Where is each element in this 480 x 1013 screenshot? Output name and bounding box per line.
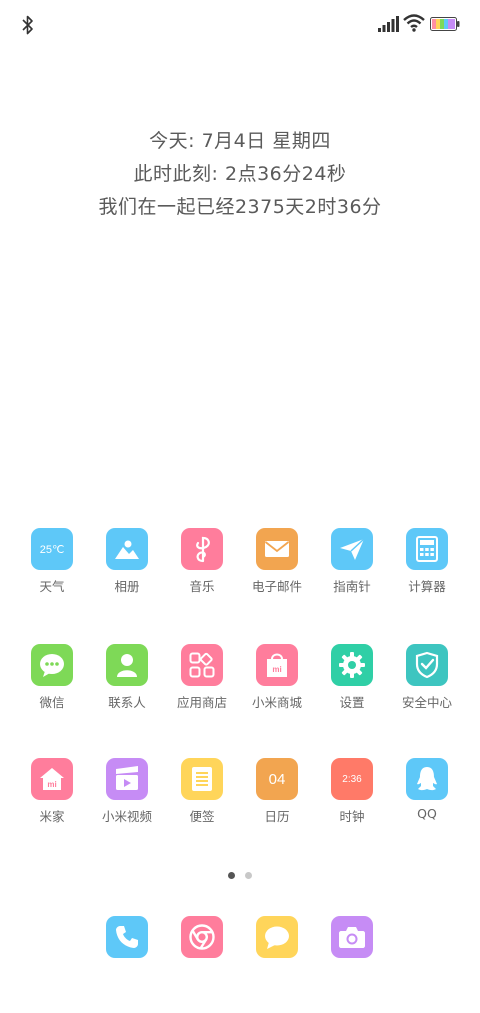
app-gallery[interactable]: 相册 (87, 528, 167, 595)
gallery-icon (106, 528, 148, 570)
app-compass[interactable]: 指南针 (312, 528, 392, 595)
mijia-icon: mi (31, 758, 73, 800)
calculator-icon (406, 528, 448, 570)
security-icon (406, 644, 448, 686)
clock-icon-text: 2:36 (342, 773, 362, 785)
app-app-store[interactable]: 应用商店 (162, 644, 242, 711)
app-label: 时钟 (339, 809, 365, 824)
app-label: 指南针 (333, 579, 371, 594)
qq-icon (406, 758, 448, 800)
app-label: 便签 (189, 809, 215, 824)
app-settings[interactable]: 设置 (312, 644, 392, 711)
widget-time: 此时此刻: 2点36分24秒 (133, 163, 347, 185)
battery-icon (430, 17, 460, 31)
weather-icon: 25℃ (31, 528, 73, 570)
wifi-icon (403, 14, 425, 32)
video-icon (106, 758, 148, 800)
app-music[interactable]: 音乐 (162, 528, 242, 595)
app-label: 联系人 (108, 695, 146, 710)
app-label: QQ (417, 806, 437, 821)
email-icon (256, 528, 298, 570)
widget-together-count: 我们在一起已经2375天2时36分 (98, 196, 382, 218)
compass-icon (331, 528, 373, 570)
app-label: 天气 (39, 579, 65, 594)
phone-icon[interactable] (106, 916, 148, 958)
app-wechat[interactable]: 微信 (12, 644, 92, 711)
music-icon (181, 528, 223, 570)
weather-icon-text: 25℃ (39, 543, 65, 556)
bluetooth-icon (22, 15, 33, 35)
signal-icon (378, 16, 399, 32)
app-notes[interactable]: 便签 (162, 758, 242, 825)
app-clock[interactable]: 2:36 时钟 (312, 758, 392, 825)
app-weather[interactable]: 25℃ 天气 (12, 528, 92, 595)
app-label: 计算器 (408, 579, 446, 594)
app-label: 安全中心 (401, 695, 452, 710)
app-mijia[interactable]: mi 米家 (12, 758, 92, 825)
app-label: 微信 (39, 695, 65, 710)
date-widget[interactable]: 今天: 7月4日 星期四 此时此刻: 2点36分24秒 我们在一起已经2375天… (0, 125, 480, 224)
notes-icon (181, 758, 223, 800)
app-store-icon (181, 644, 223, 686)
page-dot-1[interactable] (228, 872, 235, 879)
status-bar (0, 0, 480, 50)
app-contacts[interactable]: 联系人 (87, 644, 167, 711)
svg-text:mi: mi (47, 780, 56, 789)
app-label: 音乐 (189, 579, 215, 594)
app-label: 设置 (339, 695, 365, 710)
calendar-icon-text: 04 (268, 770, 286, 788)
svg-text:mi: mi (272, 665, 281, 674)
app-email[interactable]: 电子邮件 (237, 528, 317, 595)
page-indicator (0, 872, 480, 879)
settings-icon (331, 644, 373, 686)
messages-icon[interactable] (256, 916, 298, 958)
calendar-icon: 04 (256, 758, 298, 800)
app-label: 小米视频 (101, 809, 152, 824)
page-dot-2[interactable] (245, 872, 252, 879)
widget-date: 今天: 7月4日 星期四 (149, 130, 331, 152)
wechat-icon (31, 644, 73, 686)
mi-store-icon: mi (256, 644, 298, 686)
app-label: 相册 (114, 579, 140, 594)
camera-icon[interactable] (331, 916, 373, 958)
app-mi-store[interactable]: mi 小米商城 (237, 644, 317, 711)
app-label: 米家 (39, 809, 65, 824)
app-video[interactable]: 小米视频 (87, 758, 167, 825)
app-label: 应用商店 (176, 695, 227, 710)
app-qq[interactable]: QQ (387, 758, 467, 821)
app-label: 小米商城 (251, 695, 302, 710)
browser-icon[interactable] (181, 916, 223, 958)
clock-icon: 2:36 (331, 758, 373, 800)
app-calendar[interactable]: 04 日历 (237, 758, 317, 825)
app-label: 日历 (264, 809, 290, 824)
contacts-icon (106, 644, 148, 686)
app-security[interactable]: 安全中心 (387, 644, 467, 711)
app-calculator[interactable]: 计算器 (387, 528, 467, 595)
app-label: 电子邮件 (251, 579, 302, 594)
